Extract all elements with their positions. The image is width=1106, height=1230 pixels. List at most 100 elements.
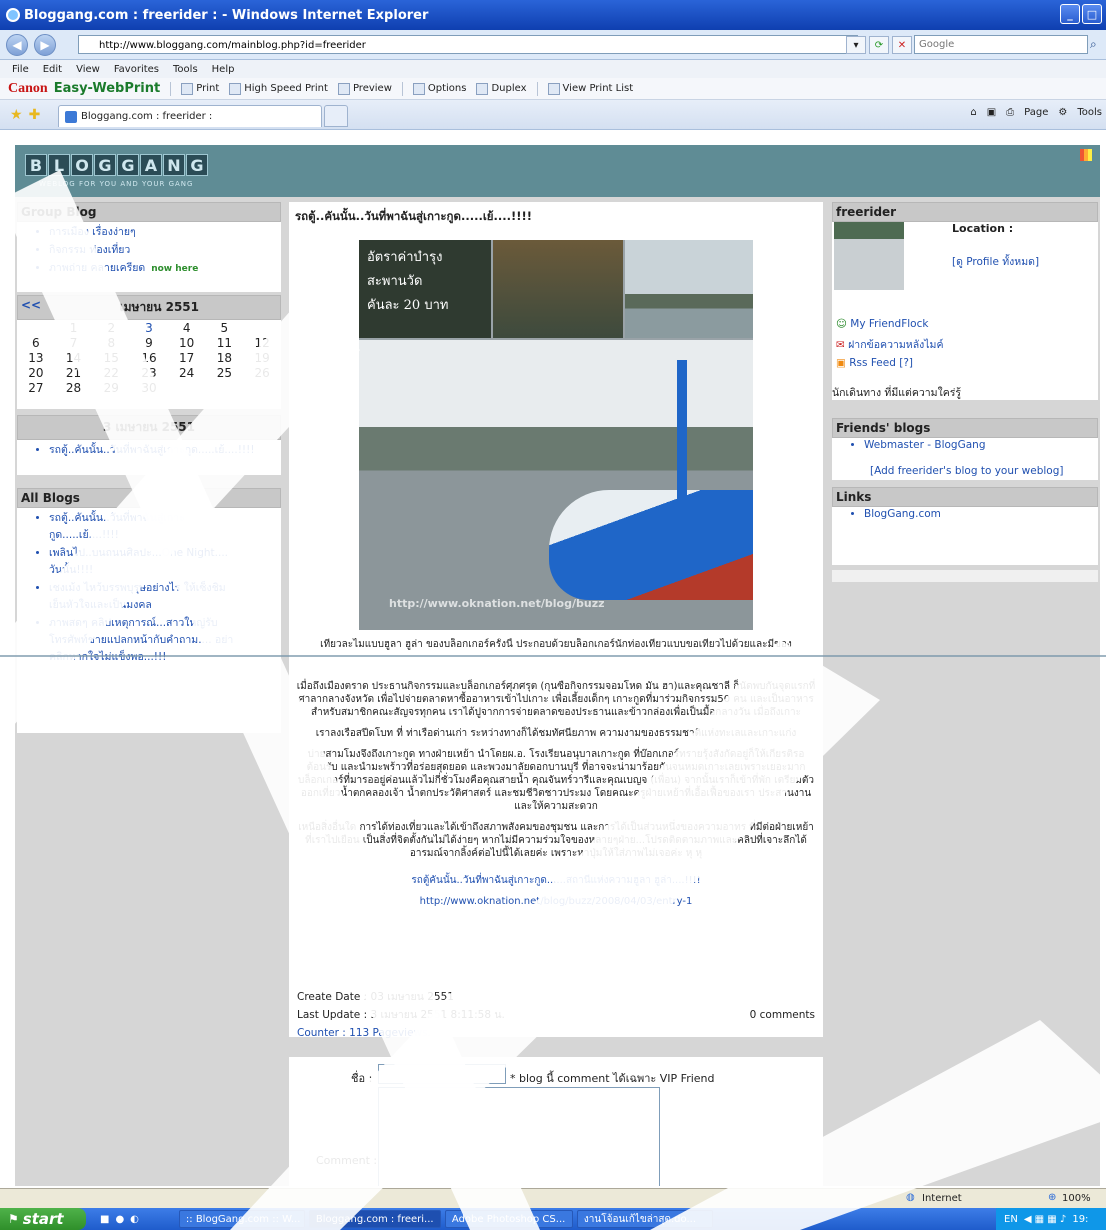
calendar-day: 19 — [254, 350, 270, 365]
blog-entry-link[interactable]: ภาพสดๆ คลิปเหตุการณ์...สาวใหญ่รับโทรศัพท… — [49, 614, 241, 665]
printer-icon — [229, 82, 242, 95]
search-input[interactable] — [914, 35, 1088, 54]
print-icon[interactable]: ⎙ — [1006, 107, 1014, 118]
calendar-prev-button[interactable]: << — [21, 298, 41, 317]
duplex-button[interactable]: Duplex — [476, 82, 527, 95]
add-blog-link[interactable]: [Add freerider's blog to your weblog] — [870, 465, 1064, 477]
friendflock-icon: ☺ — [836, 318, 847, 330]
group-blog-item[interactable]: ภาพถ่าย คลายเครียดnow here — [49, 259, 281, 276]
view-profile-link[interactable]: [ดู Profile ทั้งหมด] — [952, 253, 1039, 270]
profile-photo[interactable] — [834, 222, 904, 290]
task-bloggang-w[interactable]: :: BlogGang.com :: W... — [178, 1210, 305, 1228]
duplex-icon — [476, 82, 489, 95]
calendar-grid: 12345 6 7 8 9 10 11 12 13 14 15 16 17 18 19 20 21 22 23… — [17, 320, 281, 395]
start-button[interactable]: ⚑ start — [0, 1208, 86, 1230]
calendar-day: 9 — [145, 335, 153, 350]
group-blog-item[interactable]: การเมือง เรื่องง่ายๆ — [49, 223, 281, 240]
print-button[interactable]: Print — [181, 82, 219, 95]
calendar-day: 29 — [103, 380, 119, 395]
menu-help[interactable]: Help — [212, 64, 235, 75]
quicklaunch-icons[interactable]: ■●◐ — [100, 1214, 145, 1225]
maximize-button[interactable]: □ — [1082, 4, 1102, 24]
options-button[interactable]: Options — [412, 82, 466, 95]
pageview-counter: Counter : 113 Pageviews. — [297, 1027, 431, 1039]
rss-link[interactable]: ▣ Rss Feed [?] — [836, 356, 944, 370]
minimize-button[interactable]: _ — [1060, 4, 1080, 24]
mail-icon: ✉ — [836, 339, 845, 351]
menu-file[interactable]: File — [12, 64, 29, 75]
menu-tools[interactable]: Tools — [173, 64, 198, 75]
sign-line: คันละ 20 บาท — [367, 298, 449, 313]
task-bloggang-freerider[interactable]: Bloggang.com : freeri... — [308, 1210, 441, 1228]
preview-button[interactable]: Preview — [337, 82, 392, 95]
page-viewport: BLOGGANG WEBLOG FOR YOU AND YOUR GANG Gr… — [0, 131, 1106, 1186]
post-box: รถตู้..คันนั้น..วันที่พาฉันสู่เกาะกูด...… — [289, 202, 823, 1039]
calendar-day: 7 — [69, 335, 78, 350]
date-heading: 3 เมษายน 2551 — [17, 415, 281, 440]
calendar-day: 17 — [179, 350, 195, 365]
task-photoshop[interactable]: Adobe Photoshop CS... — [444, 1210, 573, 1228]
favorites-star-icon[interactable]: ★ — [10, 107, 23, 123]
stop-icon[interactable]: ✕ — [892, 36, 912, 54]
post-paragraph: บ่ายสามโมงจึงถึงเกาะกูด ทางฝ่ายเหย้า นำโ… — [297, 749, 815, 812]
refresh-icon[interactable]: ⟳ — [869, 36, 889, 54]
date-entry-link[interactable]: รถตู้..คันนั้น..วันที่พาฉันสู่เกาะกูด...… — [49, 441, 281, 458]
url-dropdown-icon[interactable]: ▾ — [846, 36, 866, 54]
sign-photo: อัตราค่าบำรุง สะพานวัด คันละ 20 บาท — [359, 240, 491, 338]
blog-entry-link[interactable]: รถตู้..คันนั้น..วันที่พาฉันสู่เกาะกูด...… — [49, 509, 241, 543]
add-favorites-icon[interactable]: ✚ — [29, 107, 41, 123]
date-box: 3 เมษายน 2551 รถตู้..คันนั้น..วันที่พาฉั… — [17, 415, 281, 475]
rss-icon: ▣ — [836, 357, 846, 369]
friends-box: Friends' blogs Webmaster - BlogGang [Add… — [832, 418, 1098, 480]
address-bar: ◀ ▶ ▾ ⟳ ✕ ⌕ — [0, 30, 1106, 60]
name-input[interactable] — [378, 1064, 506, 1084]
easy-webprint-menu[interactable]: Easy-WebPrint — [54, 81, 161, 96]
menu-view[interactable]: View — [76, 64, 100, 75]
view-print-list-button[interactable]: View Print List — [547, 82, 633, 95]
calendar-day-link[interactable]: 3 — [130, 320, 168, 335]
home-icon[interactable]: ⌂ — [970, 107, 976, 118]
page-menu[interactable]: Page — [1024, 107, 1048, 118]
message-link[interactable]: ✉ ฝากข้อความหลังไมค์ — [836, 335, 944, 356]
comments-count[interactable]: 0 comments — [750, 1006, 815, 1024]
calendar-box: << เมษายน 2551 12345 6 7 8 9 10 11 12 13 14 15 16… — [17, 295, 281, 409]
calendar-day: 25 — [216, 365, 232, 380]
links-box: Links BlogGang.com — [832, 487, 1098, 565]
feeds-icon[interactable]: ▣ — [987, 107, 996, 118]
post-link-url[interactable]: http://www.oknation.net/blog/buzz/2008/0… — [295, 895, 817, 908]
new-tab-button[interactable] — [324, 105, 348, 127]
bloggang-logo[interactable]: BLOGGANG — [25, 154, 208, 176]
preview-icon — [337, 82, 350, 95]
forward-button[interactable]: ▶ — [34, 33, 56, 56]
friendflock-link[interactable]: ☺ My FriendFlock — [836, 314, 944, 335]
language-indicator[interactable]: EN — [1004, 1214, 1018, 1225]
tools-menu[interactable]: Tools — [1077, 107, 1102, 118]
post-paragraph: เราลงเรือสปีดโบท ที่ ท่าเรือด่านเก่า ระห… — [315, 728, 797, 739]
friend-blog-link[interactable]: Webmaster - BlogGang — [864, 439, 1098, 451]
search-icon[interactable]: ⌕ — [1090, 37, 1097, 52]
ie-logo-icon — [6, 8, 20, 22]
links-heading: Links — [832, 487, 1098, 507]
comment-textarea[interactable] — [378, 1087, 660, 1186]
post-link-title[interactable]: รถตู้คันนั้น..วันที่พาฉันสู่เกาะกูด.....… — [295, 874, 817, 887]
high-speed-print-button[interactable]: High Speed Print — [229, 82, 328, 95]
back-button[interactable]: ◀ — [6, 33, 28, 56]
calendar-day: 2 — [107, 320, 116, 335]
url-input[interactable] — [78, 35, 858, 54]
blog-entry-link[interactable]: เพลินไป..บนถนนศิลปะ...One Night.... วันน… — [49, 544, 241, 578]
menu-favorites[interactable]: Favorites — [114, 64, 159, 75]
tray-icons[interactable]: ◀ ▦ ▦ ♪ — [1024, 1214, 1067, 1225]
external-link[interactable]: BlogGang.com — [864, 508, 1098, 520]
globe-icon: ◍ — [906, 1192, 915, 1203]
menu-edit[interactable]: Edit — [43, 64, 62, 75]
calendar-day: 8 — [107, 335, 116, 350]
zone-label: Internet — [922, 1193, 962, 1204]
gear-icon[interactable]: ⚙ — [1058, 107, 1067, 118]
canon-logo: Canon — [8, 80, 48, 96]
blog-entry-link[interactable]: เชงเม้ง ไหว้บรรพบุรุษอย่างไร ให้เซ็งชิม … — [49, 579, 241, 613]
group-blog-item[interactable]: กิจกรรม ท่องเที่ยว — [49, 241, 281, 258]
profile-heading: freerider — [832, 202, 1098, 222]
tab-bloggang[interactable]: Bloggang.com : freerider : — [58, 105, 322, 127]
zoom-level[interactable]: 100% — [1062, 1193, 1091, 1204]
task-word-doc[interactable]: งานโจ้อนเก้ไขล่าสุด.do... — [576, 1210, 713, 1228]
